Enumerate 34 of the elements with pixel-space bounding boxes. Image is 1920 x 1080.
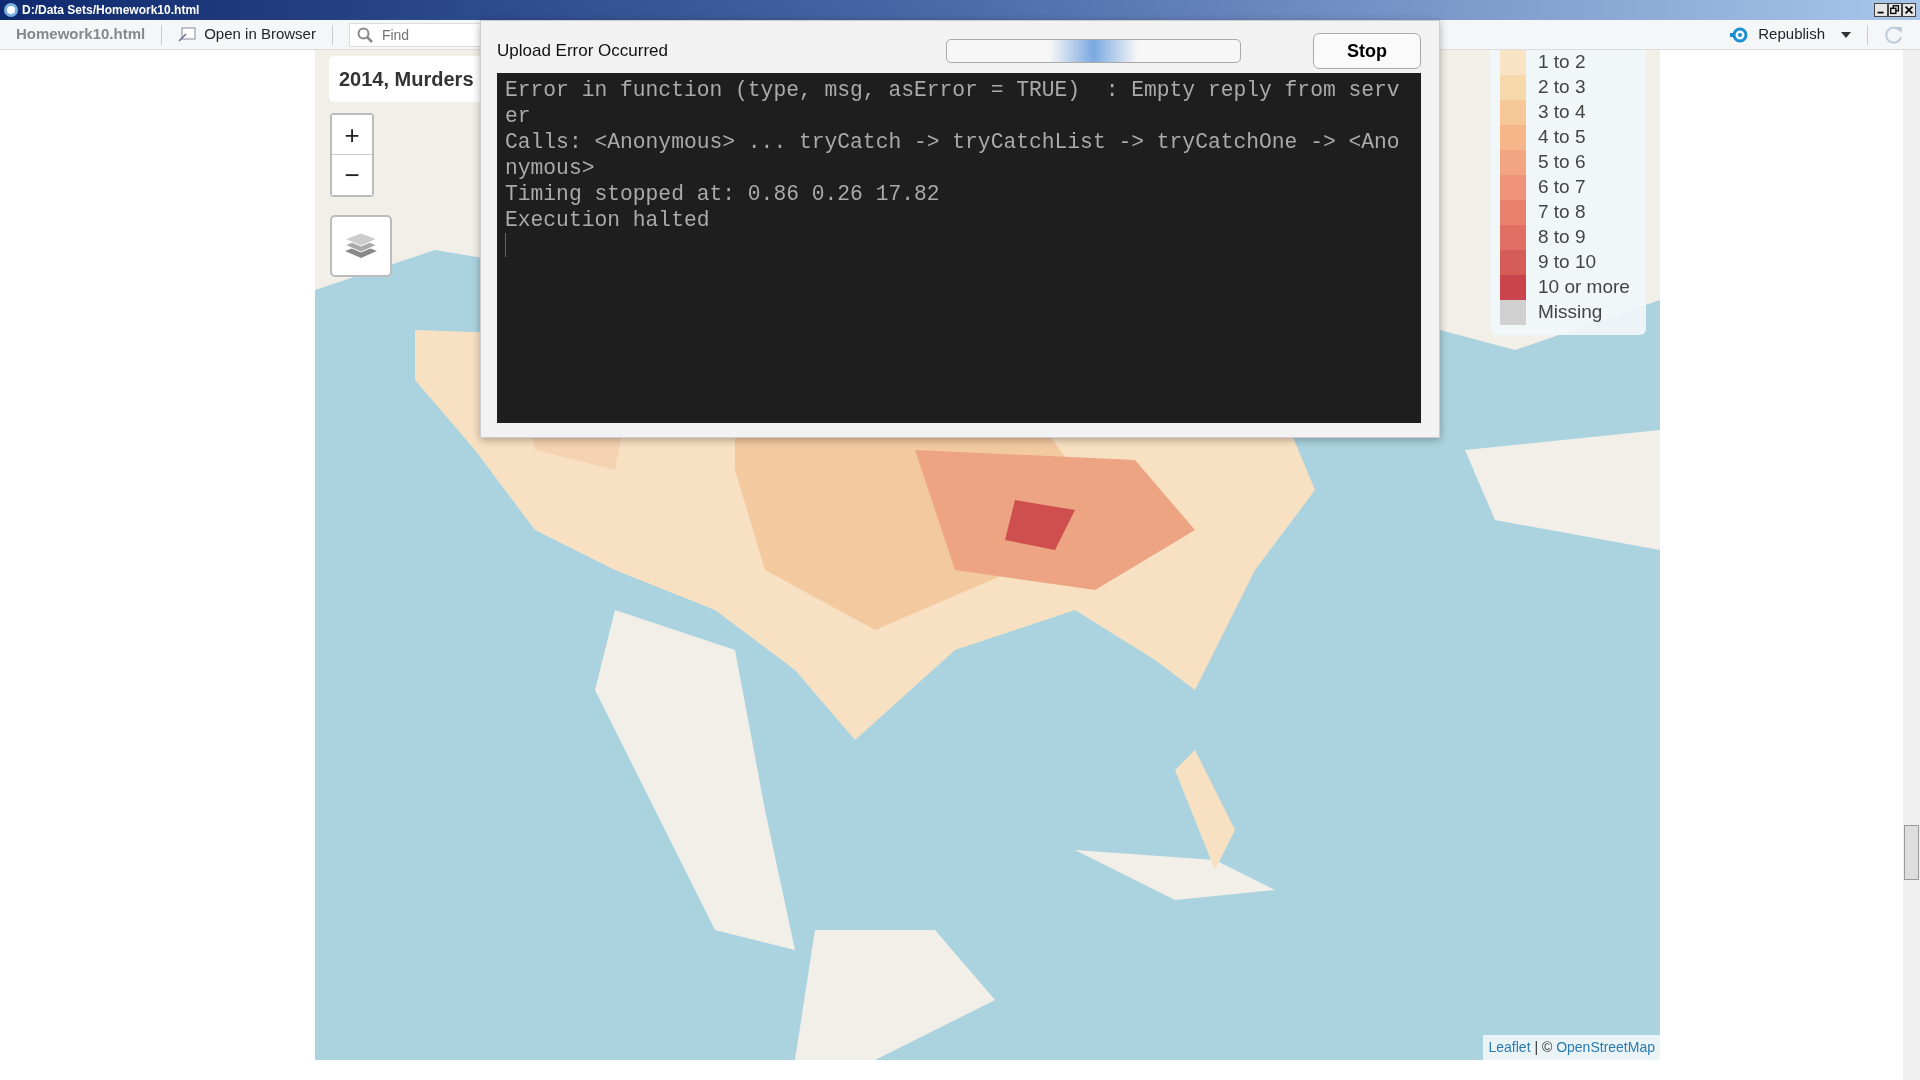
restore-icon[interactable] bbox=[1888, 3, 1902, 17]
legend-label: 7 to 8 bbox=[1538, 200, 1586, 225]
close-icon[interactable] bbox=[1902, 3, 1916, 17]
legend-label: Missing bbox=[1538, 300, 1603, 325]
layers-icon bbox=[344, 231, 378, 261]
window-title: D:/Data Sets/Homework10.html bbox=[22, 2, 200, 19]
legend-label: 9 to 10 bbox=[1538, 250, 1597, 275]
browser-icon bbox=[178, 26, 197, 43]
console-line: Timing stopped at: 0.86 0.26 17.82 bbox=[505, 181, 941, 207]
leaflet-link[interactable]: Leaflet bbox=[1488, 1039, 1531, 1055]
layers-button[interactable] bbox=[330, 215, 392, 277]
open-in-browser-button[interactable]: Open in Browser bbox=[178, 23, 316, 46]
zoom-in-button[interactable]: + bbox=[332, 115, 372, 155]
legend-label: 2 to 3 bbox=[1538, 75, 1586, 100]
text-cursor bbox=[505, 233, 506, 257]
openstreetmap-link[interactable]: OpenStreetMap bbox=[1556, 1039, 1655, 1055]
stop-button[interactable]: Stop bbox=[1313, 33, 1421, 69]
copyright-text: | © bbox=[1534, 1039, 1553, 1055]
legend-label: 6 to 7 bbox=[1538, 175, 1586, 200]
legend-label: 4 to 5 bbox=[1538, 125, 1586, 150]
republish-button[interactable]: Republish bbox=[1730, 23, 1825, 46]
app-logo-icon bbox=[4, 3, 18, 17]
caret-icon[interactable] bbox=[1841, 31, 1851, 38]
scrollbar[interactable] bbox=[1903, 50, 1920, 1080]
console-line: Execution halted bbox=[505, 207, 711, 233]
console-line: Error in function (type, msg, asError = TRUE) : Empty reply from server bbox=[505, 77, 1400, 129]
legend-label: 8 to 9 bbox=[1538, 225, 1586, 250]
legend-label: 10 or more bbox=[1538, 275, 1630, 300]
search-icon bbox=[356, 26, 373, 43]
legend-label: 3 to 4 bbox=[1538, 100, 1586, 125]
legend-label: 1 to 2 bbox=[1538, 50, 1586, 75]
legend-label: 5 to 6 bbox=[1538, 150, 1586, 175]
console-line: Calls: <Anonymous> ... tryCatch -> tryCatchList -> tryCatchOne -> <Anonymous> bbox=[505, 129, 1400, 181]
minimize-icon[interactable] bbox=[1874, 3, 1888, 17]
